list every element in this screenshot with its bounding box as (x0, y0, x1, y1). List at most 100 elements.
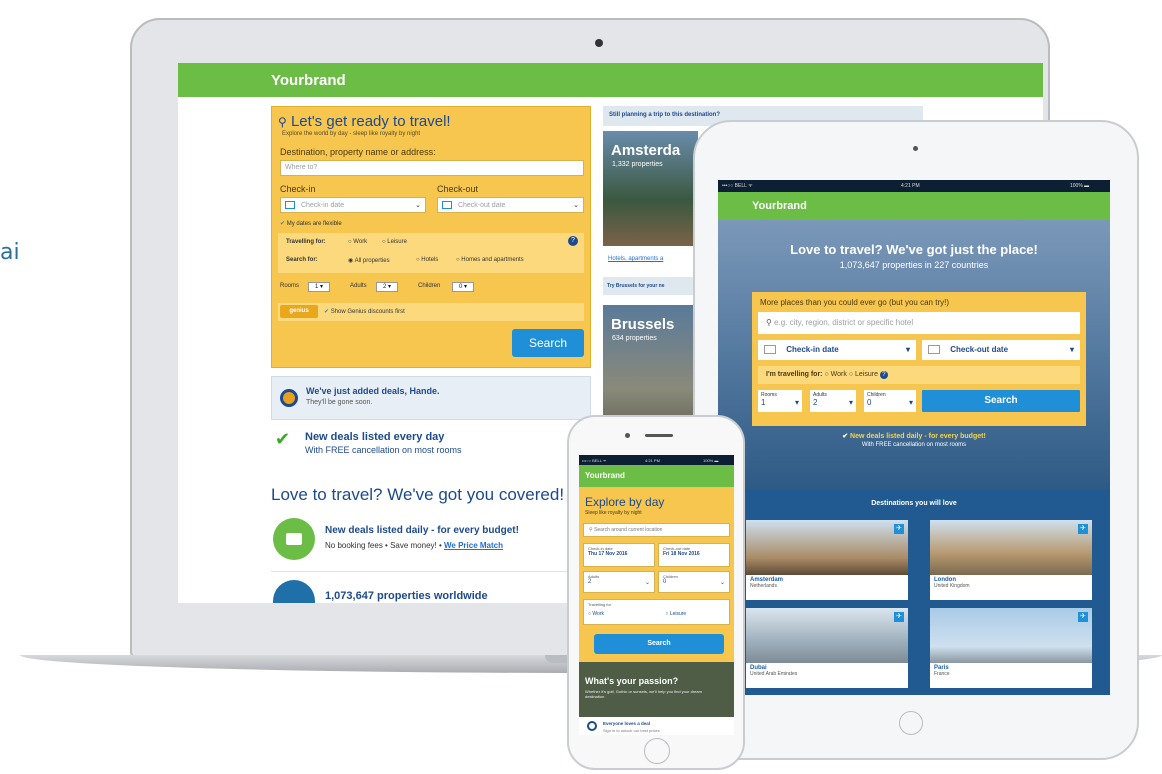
dest-image (930, 608, 1092, 663)
checkout-field[interactable]: Check-out date ⌄ (437, 197, 584, 213)
deal-title: Everyone loves a deal (603, 721, 651, 726)
feature1-sub: No booking fees • Save money! • We Price… (325, 541, 503, 550)
chevron-down-icon: ▾ (848, 398, 853, 407)
work-radio[interactable]: ○ Work (588, 611, 604, 617)
tablet-deals-title: ✔ New deals listed daily - for every bud… (842, 433, 986, 440)
new-deals-title: New deals listed every day (305, 431, 445, 443)
chevron-down-icon: ⌄ (644, 580, 650, 586)
search-icon: ⚲ (278, 115, 287, 129)
travelling-label: Travelling for: (286, 239, 326, 245)
dest-card-amsterdam[interactable]: Amsterdam Netherlands ✈ (746, 520, 908, 600)
leisure-radio[interactable]: ○ Leisure (382, 239, 407, 245)
leisure-radio[interactable]: ○ Leisure (849, 371, 878, 378)
calendar-icon (285, 201, 295, 209)
checkin-field[interactable]: Check-in date ⌄ (280, 197, 426, 213)
dest-card-london[interactable]: London United Kingdom ✈ (930, 520, 1092, 600)
city-name: Amsterda (611, 142, 681, 159)
work-radio[interactable]: ○ Work (824, 371, 846, 378)
tablet-adults-select[interactable]: Adults 2 ▾ (810, 390, 856, 412)
flexible-dates-checkbox[interactable]: ✔ My dates are flexible (280, 220, 342, 227)
laptop-camera (595, 39, 603, 47)
tablet-checkin-field[interactable]: Check-in date ▾ (758, 340, 916, 360)
rooms-label: Rooms (280, 283, 300, 289)
adults-select[interactable]: 2 ▾ (376, 282, 398, 292)
tablet-children-select[interactable]: Children 0 ▾ (864, 390, 916, 412)
tablet-deals-sub: With FREE cancellation on most rooms (861, 442, 967, 448)
dest-country: France (934, 671, 950, 677)
dest-card-paris[interactable]: Paris France ✈ (930, 608, 1092, 688)
try-brussels-bar: Try Brussels for your ne (603, 277, 698, 295)
tablet-hero: Love to travel? We've got just the place… (718, 220, 1110, 490)
phone-adults-select[interactable]: Adults 2 ⌄ (583, 571, 655, 593)
leisure-radio[interactable]: ○ Leisure (665, 611, 686, 617)
tablet-header-bar: Yourbrand (718, 192, 1110, 220)
chevron-down-icon: ▾ (794, 398, 799, 407)
phone-children-select[interactable]: Children 0 ⌄ (658, 571, 730, 593)
tablet-home-button[interactable] (899, 711, 923, 735)
tablet-camera (913, 146, 918, 151)
phone-home-button[interactable] (644, 738, 670, 764)
adults-label: Adults (350, 283, 367, 289)
calendar-icon (442, 201, 452, 209)
deals-sub: They'll be gone soon. (306, 399, 373, 406)
search-for-label: Search for: (286, 257, 318, 263)
dest-image (930, 520, 1092, 575)
tablet-rooms-select[interactable]: Rooms 1 ▾ (758, 390, 802, 412)
chevron-down-icon: ▾ (908, 398, 913, 407)
city-card-amsterdam[interactable]: Amsterda 1,332 properties (603, 131, 698, 246)
help-icon[interactable]: ? (568, 236, 578, 246)
search-button[interactable]: Search (512, 329, 584, 357)
phone-speaker (645, 434, 673, 437)
phone-travelling-box: Travelling for ○ Work ○ Leisure (583, 599, 730, 625)
genius-checkbox[interactable]: ✔ Show Genius discounts first (324, 308, 405, 315)
phone-search-input[interactable]: ⚲ Search around current location (583, 523, 730, 537)
city-name: Brussels (611, 316, 675, 333)
phone-checkout-field[interactable]: Check-out date Fri 18 Nov 2016 (658, 543, 730, 567)
tablet-search-button[interactable]: Search (922, 390, 1080, 412)
filters-panel: Travelling for: ○ Work ○ Leisure ? Searc… (278, 233, 584, 273)
dest-country: United Kingdom (934, 583, 970, 589)
passion-sub: Whether it's golf, Gothic or sunsets, we… (585, 689, 702, 699)
destination-input[interactable]: Where to? (280, 160, 584, 176)
city-count: 1,332 properties (612, 161, 663, 168)
city-count: 634 properties (612, 335, 657, 342)
calendar-icon (764, 345, 776, 355)
rooms-select[interactable]: 1 ▾ (308, 282, 330, 292)
search-subtitle: Explore the world by day - sleep like ro… (282, 131, 421, 137)
deal-sub: Sign in to unlock our best prices (603, 728, 660, 733)
chevron-down-icon: ▾ (1069, 345, 1074, 354)
dest-card-dubai[interactable]: Dubai United Arab Emirates ✈ (746, 608, 908, 688)
destination-label: Destination, property name or address: (280, 147, 436, 157)
dest-image (746, 608, 908, 663)
phone-subtitle: Sleep like royalty by night (585, 510, 642, 516)
phone-screen: •••○○ BELL ᯤ 4:21 PM 100% ▬ Yourbrand Ex… (579, 455, 734, 735)
passion-title: What's your passion? (585, 676, 679, 686)
all-properties-radio[interactable]: ◉ All properties (348, 257, 390, 264)
work-radio[interactable]: ○ Work (348, 239, 367, 245)
search-icon: ⚲ (589, 527, 593, 533)
phone-camera (625, 433, 630, 438)
homes-radio[interactable]: ○ Homes and apartments (456, 257, 524, 263)
tablet-search-input[interactable]: ⚲ e.g. city, region, district or specifi… (758, 312, 1080, 334)
city-card-brussels[interactable]: Brussels 634 properties (603, 305, 698, 425)
phone-deal-row[interactable]: Everyone loves a deal Sign in to unlock … (579, 717, 734, 735)
price-match-link[interactable]: We Price Match (444, 541, 503, 550)
hotels-radio[interactable]: ○ Hotels (416, 257, 438, 263)
help-icon[interactable]: ? (879, 371, 888, 379)
phone-header-bar: Yourbrand (579, 465, 734, 487)
children-select[interactable]: 0 ▾ (452, 282, 474, 292)
brand-logo[interactable]: Yourbrand (271, 72, 346, 89)
hotels-link[interactable]: Hotels, apartments a (608, 256, 663, 262)
user-icon (587, 721, 597, 731)
tablet-travelling-row: I'm travelling for: ○ Work ○ Leisure ? (758, 366, 1080, 384)
checkin-label: Check-in (280, 184, 316, 194)
feature-icon-globe (273, 580, 315, 603)
phone-checkin-field[interactable]: Check-in date Thu 17 Nov 2016 (583, 543, 655, 567)
phone-search-button[interactable]: Search (594, 634, 724, 654)
plane-icon: ✈ (1078, 524, 1088, 534)
brand-logo[interactable]: Yourbrand (752, 200, 807, 212)
brand-logo[interactable]: Yourbrand (585, 471, 625, 480)
tablet-checkout-field[interactable]: Check-out date ▾ (922, 340, 1080, 360)
search-box: ⚲ Let's get ready to travel! Explore the… (271, 106, 591, 368)
form-title: More places than you could ever go (but … (760, 298, 949, 307)
